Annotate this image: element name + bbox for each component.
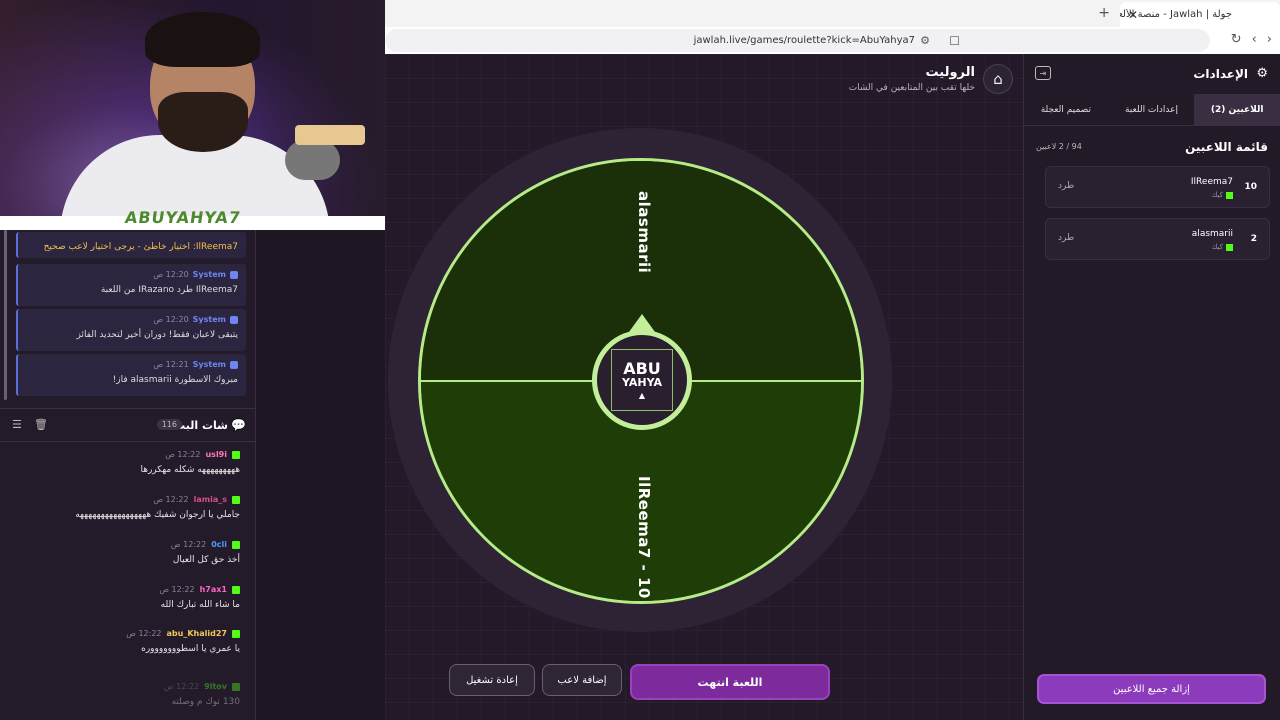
url-text: jawlah.live/games/roulette?kick=AbuYahya… <box>693 35 915 46</box>
tab-wheel-design[interactable]: تصميم العجلة <box>1023 94 1109 125</box>
game-ended-button[interactable]: اللعبة انتهت <box>630 664 830 700</box>
system-badge-icon <box>230 270 238 279</box>
segment-label: IlReema7 - 10 <box>635 476 653 599</box>
tab-players[interactable]: اللاعبين (2) <box>1194 94 1280 125</box>
chat-message: h7ax1 12:22 ص ما شاء الله تبارك الله <box>159 585 240 610</box>
scrollbar[interactable] <box>4 230 7 400</box>
filter-icon[interactable]: ☰ <box>12 418 22 431</box>
chat-sidebar: IlReema7: اختيار خاطئ - يرجى اختيار لاعب… <box>0 230 256 720</box>
home-icon: ⌂ <box>993 70 1003 88</box>
chat-message: 9ltov 12:22 ص 130 توك م وصلته <box>163 682 240 707</box>
site-settings-icon[interactable]: ⚙ <box>920 34 930 47</box>
settings-header: ⚙ الإعدادات ⇥ <box>1023 54 1280 94</box>
new-tab-icon[interactable]: + <box>1098 5 1110 21</box>
wheel-hub[interactable]: ABU YAHYA ▲ <box>592 330 692 430</box>
kick-icon <box>232 585 240 594</box>
player-platform: كيك <box>1212 191 1233 199</box>
reload-icon[interactable]: ↻ <box>1231 32 1242 47</box>
kick-icon <box>1226 243 1233 251</box>
url-field[interactable]: jawlah.live/games/roulette?kick=AbuYahya… <box>385 29 1210 52</box>
play-icon: ▲ <box>638 391 646 400</box>
segment-label: alasmarii <box>635 191 653 274</box>
restart-button[interactable]: إعادة تشغيل <box>449 664 535 696</box>
chat-message: abu_Khalid27 12:22 ص يا عمري يا اسطوووووو… <box>126 629 240 654</box>
kick-icon <box>232 629 240 638</box>
game-subtitle: خلها تقب بين المتابعين في الشات <box>848 83 975 93</box>
forward-icon[interactable]: ‹ <box>1252 32 1257 47</box>
remove-all-players-button[interactable]: إزالة جميع اللاعبين <box>1037 674 1266 704</box>
bookmark-icon[interactable]: ☐ <box>949 34 960 48</box>
player-name: IlReema7 <box>1190 177 1233 187</box>
address-bar: jawlah.live/games/roulette?kick=AbuYahya… <box>385 27 1280 54</box>
close-icon[interactable]: ✕ <box>1128 8 1138 22</box>
system-message: System 12:20 ص IlReema7 طرد IRazano من ال… <box>16 264 246 306</box>
home-button[interactable]: ⌂ <box>983 64 1013 94</box>
player-card: 2 alasmarii كيك طرد <box>1045 218 1270 260</box>
chat-message: lamia_s 12:22 ص جاملي يا ارجوان شفيك هههه… <box>75 495 240 520</box>
system-messages: IlReema7: اختيار خاطئ - يرجى اختيار لاعب… <box>0 230 256 408</box>
kick-player-button[interactable]: طرد <box>1058 233 1074 243</box>
kick-icon <box>232 495 240 504</box>
settings-panel: ⚙ الإعدادات ⇥ اللاعبين (2) إعدادات اللعب… <box>1023 54 1280 720</box>
player-list-title: قائمة اللاعبين <box>1185 140 1268 154</box>
system-message: System 12:20 ص يتبقى لاعبان فقط! دوران أخ… <box>16 309 246 351</box>
system-message: System 12:21 ص مبروك الاسطورة alasmarii ف… <box>16 354 246 396</box>
gear-icon: ⚙ <box>1256 66 1268 81</box>
tab-bar: ✕ جولة | Jawlah - منصة الألعاب التفا + <box>385 0 1280 27</box>
kick-icon <box>232 540 240 549</box>
player-platform: كيك <box>1212 243 1233 251</box>
microphone <box>285 140 340 180</box>
settings-tabs: اللاعبين (2) إعدادات اللعبة تصميم العجلة <box>1023 94 1280 126</box>
collapse-panel-icon[interactable]: ⇥ <box>1035 66 1051 80</box>
chat-message: usl9i 12:22 ص هههههههههه شكله مهكررها <box>140 450 240 475</box>
player-score: 2 <box>1250 234 1257 244</box>
browser-tab[interactable]: ✕ جولة | Jawlah - منصة الألعاب التفا <box>1120 2 1280 27</box>
chat-count-badge: 116 <box>156 419 182 430</box>
browser-chrome: ✕ جولة | Jawlah - منصة الألعاب التفا + j… <box>385 0 1280 54</box>
add-player-button[interactable]: إضافة لاعب <box>542 664 622 696</box>
chat-icon: 💬 <box>231 418 246 432</box>
chat-messages: usl9i 12:22 ص هههههههههه شكله مهكررها lam… <box>0 445 256 720</box>
game-stage: ⌂ الروليت خلها تقب بين المتابعين في الشا… <box>385 54 1023 720</box>
back-icon[interactable]: › <box>1267 32 1272 47</box>
webcam-overlay: ABUYAHYA7 <box>0 0 385 230</box>
trash-icon[interactable]: 🗑 <box>34 418 48 431</box>
chat-header: 💬 شات البث 116 🗑 ☰ <box>0 408 256 442</box>
chat-title: شات البث <box>174 419 228 432</box>
hub-logo: ABU YAHYA ▲ <box>611 349 673 411</box>
kick-icon <box>1226 191 1233 199</box>
nav-controls: ↻ ‹ › <box>1231 32 1272 47</box>
player-list-count: 94 / 2 لاعبين <box>1036 142 1082 151</box>
player-name: alasmarii <box>1191 229 1233 239</box>
system-badge-icon <box>230 360 238 369</box>
kick-icon <box>232 682 240 691</box>
kick-player-button[interactable]: طرد <box>1058 181 1074 191</box>
chat-message: 0cli 12:22 ص أخذ حق كل العيال <box>170 540 240 565</box>
toy-car <box>295 125 365 145</box>
player-score: 10 <box>1244 182 1257 192</box>
player-card: 10 IlReema7 كيك طرد <box>1045 166 1270 208</box>
system-message: IlReema7: اختيار خاطئ - يرجى اختيار لاعب… <box>16 232 246 258</box>
settings-title: الإعدادات <box>1193 67 1248 81</box>
tab-game-settings[interactable]: إعدادات اللعبة <box>1109 94 1195 125</box>
system-badge-icon <box>230 315 238 324</box>
kick-icon <box>232 450 240 459</box>
game-title: الروليت <box>925 65 975 80</box>
roulette-wheel-frame: alasmarii IlReema7 - 10 ABU YAHYA ▲ <box>388 128 892 632</box>
streamer-logo: ABUYAHYA7 <box>123 208 243 227</box>
